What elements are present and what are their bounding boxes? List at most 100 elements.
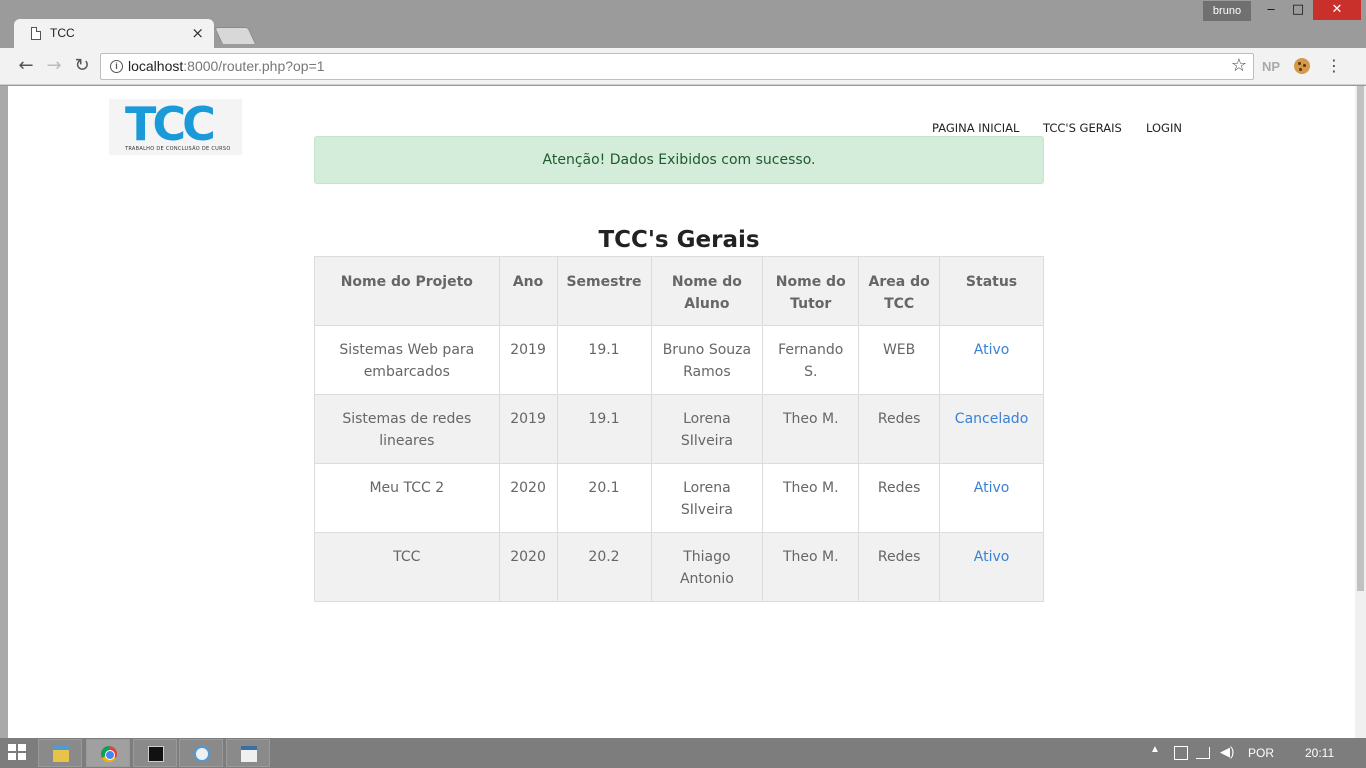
signal-icon[interactable]: [1196, 747, 1210, 759]
cell-aluno: Bruno Souza Ramos: [650, 325, 764, 395]
cell-area: Redes: [858, 394, 941, 464]
chrome-icon: [101, 746, 117, 762]
cell-tutor: Theo M.: [762, 532, 860, 602]
status-link[interactable]: Ativo: [974, 480, 1010, 496]
url-text[interactable]: localhost:8000/router.php?op=1: [128, 58, 325, 74]
taskbar-window[interactable]: [226, 739, 270, 767]
tray-chevron-up-icon[interactable]: ▲: [1150, 744, 1160, 755]
cell-area: Redes: [858, 532, 941, 602]
cell-ano: 2020: [498, 463, 558, 533]
cell-ano: 2019: [498, 394, 558, 464]
cell-aluno: Thiago Antonio: [650, 532, 764, 602]
new-tab-button[interactable]: [214, 27, 256, 44]
header-status: Status: [939, 256, 1044, 326]
minimize-button[interactable]: ‒: [1256, 0, 1286, 20]
bookmark-star-icon[interactable]: ☆: [1231, 55, 1247, 76]
close-window-button[interactable]: ✕: [1313, 0, 1361, 20]
cell-tutor: Theo M.: [762, 463, 860, 533]
status-link[interactable]: Ativo: [974, 342, 1010, 358]
logo-subtitle: TRABALHO DE CONCLUSÃO DE CURSO: [125, 146, 231, 152]
language-indicator[interactable]: POR: [1248, 746, 1274, 760]
header-nome-tutor: Nome do Tutor: [762, 256, 860, 326]
scrollbar-thumb[interactable]: [1357, 86, 1364, 591]
site-logo[interactable]: TCC TRABALHO DE CONCLUSÃO DE CURSO: [109, 97, 242, 155]
arrow-right-icon: →: [46, 55, 62, 76]
browser-toolbar: ← → ↻ i localhost:8000/router.php?op=1 ☆…: [0, 48, 1366, 85]
page-scrollbar[interactable]: [1355, 86, 1366, 738]
success-alert: Atenção! Dados Exibidos com sucesso.: [314, 136, 1044, 184]
nav-pagina-inicial[interactable]: PAGINA INICIAL: [932, 121, 1019, 135]
forward-button[interactable]: →: [42, 54, 66, 78]
browser-tab[interactable]: TCC ×: [14, 19, 214, 48]
cell-semestre: 19.1: [556, 394, 652, 464]
page-icon: [31, 27, 41, 40]
cell-ano: 2020: [498, 532, 558, 602]
cell-tutor: Fernando S.: [762, 325, 860, 395]
cell-status: Ativo: [939, 532, 1044, 602]
alert-strong: Atenção!: [542, 152, 606, 168]
cell-area: WEB: [858, 325, 941, 395]
address-bar[interactable]: i localhost:8000/router.php?op=1 ☆: [100, 53, 1254, 80]
cell-aluno: Lorena SIlveira: [650, 463, 764, 533]
cell-projeto: Sistemas Web para embarcados: [314, 325, 500, 395]
header-ano: Ano: [498, 256, 558, 326]
back-button[interactable]: ←: [14, 54, 38, 78]
cell-projeto: Meu TCC 2: [314, 463, 500, 533]
taskbar-paint[interactable]: [179, 739, 223, 767]
url-host: localhost: [128, 58, 184, 74]
info-icon[interactable]: i: [110, 60, 123, 73]
cell-tutor: Theo M.: [762, 394, 860, 464]
cell-semestre: 20.1: [556, 463, 652, 533]
taskbar: ▲ ◀) POR 20:11: [0, 738, 1366, 768]
url-path: :8000/router.php?op=1: [183, 58, 325, 74]
header-semestre: Semestre: [556, 256, 652, 326]
table-row: Sistemas de redes lineares 2019 19.1 Lor…: [314, 394, 1044, 464]
folder-icon: [53, 746, 69, 762]
cell-status: Cancelado: [939, 394, 1044, 464]
volume-icon[interactable]: ◀): [1220, 744, 1234, 760]
header-nome-aluno: Nome do Aluno: [650, 256, 764, 326]
paint-icon: [194, 746, 210, 762]
status-link[interactable]: Ativo: [974, 549, 1010, 565]
network-icon[interactable]: [1174, 746, 1188, 760]
header-nome-projeto: Nome do Projeto: [314, 256, 500, 326]
browser-titlebar: TCC × bruno ‒ □ ✕: [0, 0, 1366, 48]
arrow-left-icon: ←: [18, 55, 34, 76]
nav-tccs-gerais[interactable]: TCC'S GERAIS: [1043, 121, 1122, 135]
extension-np-icon[interactable]: NP: [1262, 59, 1280, 74]
clock[interactable]: 20:11: [1305, 746, 1334, 760]
cell-semestre: 20.2: [556, 532, 652, 602]
tab-close-button[interactable]: ×: [191, 24, 204, 42]
table-header-row: Nome do Projeto Ano Semestre Nome do Alu…: [314, 256, 1044, 326]
header-area: Area do TCC: [858, 256, 941, 326]
cell-status: Ativo: [939, 463, 1044, 533]
extension-cookie-icon[interactable]: [1294, 58, 1310, 74]
windows-start-icon[interactable]: [8, 744, 28, 762]
cell-area: Redes: [858, 463, 941, 533]
tcc-table: Nome do Projeto Ano Semestre Nome do Alu…: [314, 256, 1044, 602]
nav-login[interactable]: LOGIN: [1146, 121, 1182, 135]
logo-text: TCC: [125, 97, 216, 151]
terminal-icon: [148, 746, 164, 762]
browser-menu-icon[interactable]: ⋮: [1326, 56, 1342, 75]
taskbar-explorer[interactable]: [38, 739, 82, 767]
status-link[interactable]: Cancelado: [955, 411, 1028, 427]
maximize-button[interactable]: □: [1283, 0, 1313, 20]
taskbar-chrome[interactable]: [86, 739, 130, 767]
window-edge: [0, 86, 8, 738]
table-row: Sistemas Web para embarcados 2019 19.1 B…: [314, 325, 1044, 395]
cell-ano: 2019: [498, 325, 558, 395]
table-row: TCC 2020 20.2 Thiago Antonio Theo M. Red…: [314, 532, 1044, 602]
alert-message: Dados Exibidos com sucesso.: [605, 152, 816, 168]
window-icon: [241, 746, 257, 762]
page-title: TCC's Gerais: [598, 227, 760, 253]
table-row: Meu TCC 2 2020 20.1 Lorena SIlveira Theo…: [314, 463, 1044, 533]
taskbar-cmd[interactable]: [133, 739, 177, 767]
web-page: TCC TRABALHO DE CONCLUSÃO DE CURSO PAGIN…: [8, 86, 1355, 738]
cell-aluno: Lorena SIlveira: [650, 394, 764, 464]
cell-status: Ativo: [939, 325, 1044, 395]
profile-button[interactable]: bruno: [1203, 1, 1251, 21]
tab-title: TCC: [50, 26, 75, 40]
reload-button[interactable]: ↻: [70, 54, 94, 78]
cell-projeto: TCC: [314, 532, 500, 602]
